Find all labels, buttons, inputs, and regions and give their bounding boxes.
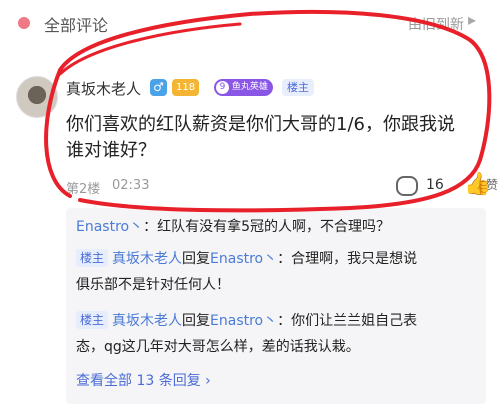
reply-text: ：合理啊，我只是想说 bbox=[277, 251, 418, 267]
comment-text-line-1: 你们喜欢的红队薪资是你们大哥的1/6，你跟我说 bbox=[66, 114, 455, 135]
reply-author[interactable]: 真坂木老人 bbox=[112, 251, 182, 267]
like-label[interactable]: 赞 bbox=[486, 176, 498, 193]
chevron-right-icon[interactable]: ▸ bbox=[468, 10, 476, 29]
comment-bubble-icon[interactable] bbox=[396, 176, 418, 196]
pink-dot-icon bbox=[18, 17, 30, 29]
op-badge: 楼主 bbox=[76, 311, 109, 329]
floor-number: 第2楼 bbox=[66, 182, 101, 197]
reply-count: 16 bbox=[426, 177, 444, 193]
reply-word: 回复 bbox=[182, 313, 211, 329]
avatar[interactable] bbox=[16, 76, 58, 118]
comment-username[interactable]: 真坂木老人 bbox=[66, 78, 141, 99]
reply-item[interactable]: 楼主 真坂木老人回复Enastro丶：你们让兰兰姐自己表 bbox=[76, 308, 417, 334]
reply-target[interactable]: Enastro丶 bbox=[210, 251, 277, 267]
fan-badge-level: 9 bbox=[216, 81, 229, 94]
op-badge: 楼主 bbox=[76, 249, 109, 267]
comment-time: 02:33 bbox=[112, 178, 150, 193]
reply-word: 回复 bbox=[182, 251, 211, 267]
reply-text-continued: 态，qg这几年对大哥怎么样，差的话我认栽。 bbox=[76, 339, 360, 355]
male-gender-icon: ♂ bbox=[150, 79, 167, 96]
comment-text-line-2: 谁对谁好？ bbox=[66, 140, 156, 161]
reply-item[interactable]: Enastro丶：红队有没有拿5冠的人啊，不合理吗？ bbox=[76, 214, 390, 240]
op-badge: 楼主 bbox=[282, 79, 314, 96]
reply-text: ：你们让兰兰姐自己表 bbox=[277, 313, 418, 329]
fan-badge: 9 鱼丸英雄 bbox=[214, 79, 273, 96]
comment-text: 你们喜欢的红队薪资是你们大哥的1/6，你跟我说 谁对谁好？ bbox=[66, 112, 466, 164]
reply-target[interactable]: Enastro丶 bbox=[210, 313, 277, 329]
reply-author[interactable]: Enastro丶 bbox=[76, 219, 143, 235]
sort-order-button[interactable]: 由旧到新 bbox=[408, 14, 464, 34]
fan-badge-name: 鱼丸英雄 bbox=[231, 82, 268, 92]
level-badge: 118 bbox=[172, 79, 200, 96]
reply-text: ：红队有没有拿5冠的人啊，不合理吗？ bbox=[143, 219, 391, 235]
reply-item[interactable]: 楼主 真坂木老人回复Enastro丶：合理啊，我只是想说 bbox=[76, 246, 417, 272]
view-all-replies-link[interactable]: 查看全部 13 条回复 › bbox=[76, 370, 211, 390]
reply-text-continued: 俱乐部不是针对任何人！ bbox=[76, 277, 230, 293]
reply-author[interactable]: 真坂木老人 bbox=[112, 313, 182, 329]
section-title: 全部评论 bbox=[44, 16, 109, 35]
